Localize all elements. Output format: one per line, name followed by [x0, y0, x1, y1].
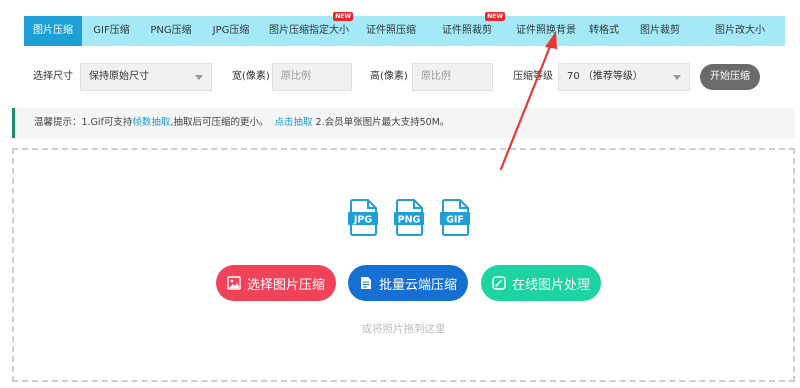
- height-placeholder: 原比例: [421, 71, 451, 82]
- upload-drop-zone[interactable]: JPG PNG GIF 选择图片压缩 批量云端压缩 在线图片处理 或将照片拖到这…: [12, 148, 795, 382]
- tab-id-photo-compress[interactable]: 证件照压缩: [357, 16, 425, 46]
- tip-text: 温馨提示：1.Gif可支持: [34, 117, 133, 128]
- tab-image-compress[interactable]: 图片压缩: [24, 16, 82, 46]
- online-image-process-button[interactable]: 在线图片处理: [481, 265, 601, 301]
- tab-label: 图片裁剪: [640, 25, 680, 36]
- height-label: 高(像素): [370, 71, 408, 82]
- tab-gif-compress[interactable]: GIF压缩: [82, 16, 141, 46]
- tab-convert-format[interactable]: 转格式: [583, 16, 625, 46]
- tab-id-photo-background[interactable]: 证件照换背景: [509, 16, 583, 46]
- tab-label: 图片改大小: [715, 25, 765, 36]
- batch-cloud-compress-button[interactable]: 批量云端压缩: [348, 265, 468, 301]
- jpg-file-icon: JPG: [348, 199, 378, 236]
- level-select[interactable]: 70 （推荐等级）: [558, 63, 690, 91]
- start-compress-button[interactable]: 开始压缩: [700, 64, 760, 90]
- drop-hint: 或将照片拖到这里: [361, 323, 446, 335]
- size-select-value: 保持原始尺寸: [89, 71, 149, 82]
- tab-label: 证件照换背景: [516, 25, 576, 36]
- chevron-down-icon: [195, 75, 203, 80]
- tab-label: 证件照压缩: [366, 25, 416, 36]
- frame-extract-link[interactable]: 帧数抽取: [132, 117, 170, 128]
- compress-settings-row: 选择尺寸 保持原始尺寸 宽(像素) 原比例 高(像素) 原比例 压缩等级 70 …: [0, 62, 800, 92]
- width-label: 宽(像素): [232, 71, 270, 82]
- tab-png-compress[interactable]: PNG压缩: [141, 16, 201, 46]
- tab-label: PNG压缩: [150, 25, 192, 36]
- gif-type-label: GIF: [446, 215, 464, 226]
- png-type-label: PNG: [398, 215, 421, 226]
- click-extract-link[interactable]: 点击抽取: [275, 117, 313, 128]
- tab-label: 图片压缩: [33, 25, 73, 36]
- tab-label: JPG压缩: [212, 25, 250, 36]
- tip-banner: 温馨提示：1.Gif可支持帧数抽取,抽取后可压缩的更小。 点击抽取 2.会员单张…: [12, 108, 795, 138]
- online-edit-icon: [492, 276, 506, 290]
- size-label: 选择尺寸: [33, 71, 73, 82]
- level-select-value: 70 （推荐等级）: [567, 71, 643, 82]
- tab-image-resize[interactable]: 图片改大小: [695, 16, 785, 46]
- tab-compress-to-size[interactable]: 图片压缩指定大小 NEW: [261, 12, 357, 46]
- chevron-down-icon: [673, 75, 681, 80]
- width-placeholder: 原比例: [281, 71, 311, 82]
- width-input[interactable]: 原比例: [272, 63, 352, 91]
- png-file-icon: PNG: [394, 199, 424, 236]
- tool-tab-bar: 图片压缩 GIF压缩 PNG压缩 JPG压缩 图片压缩指定大小 NEW 证件照压缩…: [24, 12, 785, 46]
- tip-text: 2.会员单张图片最大支持50M。: [312, 117, 450, 128]
- button-label: 批量云端压缩: [378, 277, 457, 293]
- tab-label: 转格式: [589, 25, 619, 36]
- gif-file-icon: GIF: [440, 199, 470, 236]
- height-input[interactable]: 原比例: [412, 63, 493, 91]
- button-label: 在线图片处理: [511, 277, 590, 293]
- level-label: 压缩等级: [513, 71, 553, 82]
- tab-label: 图片压缩指定大小: [269, 25, 349, 36]
- tab-jpg-compress[interactable]: JPG压缩: [201, 16, 261, 46]
- tab-label: 证件照裁剪: [442, 25, 492, 36]
- new-badge: NEW: [485, 12, 505, 21]
- tab-label: GIF压缩: [93, 25, 130, 36]
- batch-doc-icon: [360, 277, 371, 289]
- size-select[interactable]: 保持原始尺寸: [80, 63, 212, 91]
- image-icon: [227, 276, 241, 290]
- jpg-type-label: JPG: [353, 215, 372, 226]
- new-badge: NEW: [333, 12, 353, 21]
- tab-image-crop[interactable]: 图片裁剪: [625, 16, 695, 46]
- select-image-compress-button[interactable]: 选择图片压缩: [216, 265, 336, 301]
- button-label: 选择图片压缩: [246, 277, 325, 293]
- tip-text: ,抽取后可压缩的更小。: [170, 117, 269, 128]
- tab-id-photo-crop[interactable]: 证件照裁剪 NEW: [425, 12, 509, 46]
